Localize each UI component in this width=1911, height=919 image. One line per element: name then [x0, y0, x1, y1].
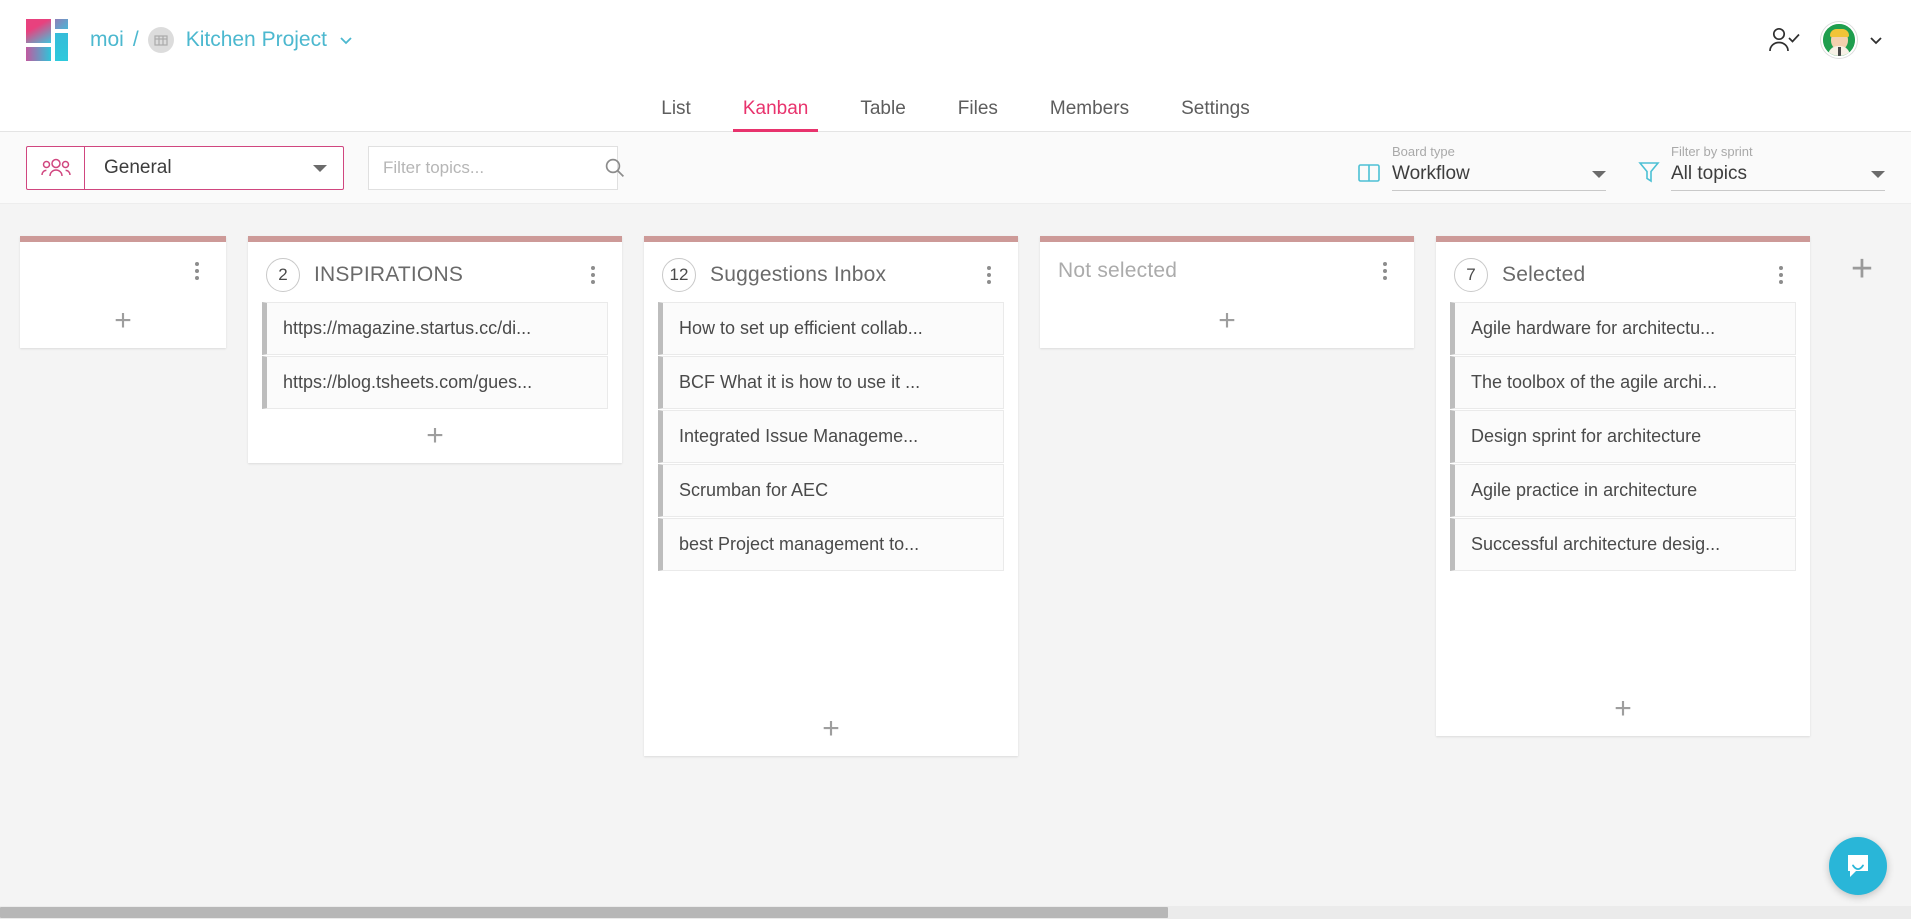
kanban-card[interactable]: https://blog.tsheets.com/gues... [262, 356, 608, 409]
column-spacer [644, 571, 1018, 702]
column-spacer [1436, 571, 1810, 682]
kanban-card[interactable]: The toolbox of the agile archi... [1450, 356, 1796, 409]
kanban-column: 12 Suggestions Inbox How to set up efficie… [644, 236, 1018, 756]
search-icon[interactable] [604, 157, 625, 178]
column-header: 7 Selected [1436, 242, 1810, 302]
column-menu-icon[interactable] [1372, 258, 1398, 284]
breadcrumb: moi / Kitchen Project [90, 27, 355, 53]
tab-table[interactable]: Table [834, 99, 931, 131]
tab-kanban[interactable]: Kanban [717, 99, 835, 131]
kanban-board: +2 INSPIRATIONS https://magazine.startus.c… [0, 204, 1911, 919]
team-selector[interactable]: General [26, 146, 344, 190]
kanban-card[interactable]: Design sprint for architecture [1450, 410, 1796, 463]
filter-by-sprint-label: Filter by sprint [1671, 144, 1885, 159]
breadcrumb-separator: / [133, 28, 139, 52]
kanban-column: 2 INSPIRATIONS https://magazine.startus.cc… [248, 236, 622, 463]
filter-by-sprint-value: All topics [1671, 163, 1871, 185]
filter-by-sprint-field[interactable]: Filter by sprint All topics [1638, 144, 1885, 191]
breadcrumb-workspace[interactable]: moi [90, 28, 124, 52]
user-check-icon[interactable] [1767, 25, 1801, 55]
add-card-button[interactable]: + [1436, 682, 1810, 736]
kanban-card[interactable]: BCF What it is how to use it ... [658, 356, 1004, 409]
search-input[interactable] [383, 158, 604, 178]
logo-block-2 [55, 19, 68, 29]
column-menu-icon[interactable] [1768, 262, 1794, 288]
logo-block-3 [26, 47, 51, 61]
user-menu[interactable] [1821, 22, 1885, 58]
plus-icon: + [426, 421, 444, 451]
column-count-badge: 7 [1454, 258, 1488, 292]
caret-down-icon[interactable] [313, 163, 343, 173]
board-type-field[interactable]: Board type Workflow [1357, 144, 1606, 191]
board-type-label: Board type [1392, 144, 1606, 159]
scrollbar-thumb[interactable] [0, 907, 1168, 918]
kanban-card[interactable]: Agile hardware for architectu... [1450, 302, 1796, 355]
kanban-card[interactable]: best Project management to... [658, 518, 1004, 571]
plus-icon: + [1614, 694, 1632, 724]
column-card-list: How to set up efficient collab...BCF Wha… [644, 302, 1018, 571]
caret-down-icon[interactable] [1871, 169, 1885, 179]
plus-icon: + [114, 306, 132, 336]
column-card-list: https://magazine.startus.cc/di...https:/… [248, 302, 622, 409]
project-avatar-icon [148, 27, 174, 53]
top-bar-right [1767, 22, 1885, 58]
avatar [1821, 22, 1857, 58]
add-card-button[interactable]: + [1040, 294, 1414, 348]
chevron-down-icon[interactable] [1867, 31, 1885, 49]
kanban-card[interactable]: Agile practice in architecture [1450, 464, 1796, 517]
column-title: Selected [1502, 263, 1768, 287]
column-header: 2 INSPIRATIONS [248, 242, 622, 302]
logo-block-4 [55, 33, 68, 61]
main-nav-tabs: List Kanban Table Files Members Settings [0, 80, 1911, 132]
horizontal-scrollbar[interactable] [0, 906, 1911, 919]
breadcrumb-project[interactable]: Kitchen Project [186, 28, 327, 52]
kanban-column: + [20, 236, 226, 348]
board-columns-icon [1357, 162, 1381, 191]
column-menu-icon[interactable] [976, 262, 1002, 288]
plus-icon: + [1218, 306, 1236, 336]
chevron-down-icon[interactable] [337, 31, 355, 49]
kanban-column: Not selected + [1040, 236, 1414, 348]
logo-block-1 [26, 19, 51, 43]
column-header [20, 242, 226, 294]
add-card-button[interactable]: + [248, 409, 622, 463]
top-bar: moi / Kitchen Project [0, 0, 1911, 80]
kanban-card[interactable]: https://magazine.startus.cc/di... [262, 302, 608, 355]
toolbar-right-controls: Board type Workflow Filter by sprint All… [1357, 144, 1885, 191]
add-card-button[interactable]: + [20, 294, 226, 348]
kanban-card[interactable]: Successful architecture desig... [1450, 518, 1796, 571]
kanban-card[interactable]: How to set up efficient collab... [658, 302, 1004, 355]
column-header: Not selected [1040, 242, 1414, 294]
column-menu-icon[interactable] [580, 262, 606, 288]
tab-members[interactable]: Members [1024, 99, 1155, 131]
caret-down-icon[interactable] [1592, 169, 1606, 179]
column-header: 12 Suggestions Inbox [644, 242, 1018, 302]
column-count-badge: 12 [662, 258, 696, 292]
column-title: INSPIRATIONS [314, 263, 580, 287]
app-logo[interactable] [26, 19, 68, 61]
team-selector-value: General [85, 157, 313, 179]
board-columns-container: +2 INSPIRATIONS https://magazine.startus.c… [0, 204, 1911, 919]
search-topics-box[interactable] [368, 146, 618, 190]
kanban-card[interactable]: Integrated Issue Manageme... [658, 410, 1004, 463]
plus-icon: + [1851, 250, 1873, 288]
column-title: Not selected [1058, 259, 1372, 283]
board-toolbar: General Board type Workflow [0, 132, 1911, 204]
people-group-icon [27, 147, 85, 189]
add-column-button[interactable]: + [1832, 236, 1892, 288]
kanban-card[interactable]: Scrumban for AEC [658, 464, 1004, 517]
plus-icon: + [822, 714, 840, 744]
column-card-list: Agile hardware for architectu...The tool… [1436, 302, 1810, 571]
column-count-badge: 2 [266, 258, 300, 292]
board-type-value: Workflow [1392, 163, 1592, 185]
add-card-button[interactable]: + [644, 702, 1018, 756]
tab-files[interactable]: Files [932, 99, 1024, 131]
chat-bubble-icon[interactable] [1829, 837, 1887, 895]
column-title: Suggestions Inbox [710, 263, 976, 287]
tab-list[interactable]: List [635, 99, 717, 131]
funnel-icon [1638, 160, 1660, 191]
tab-settings[interactable]: Settings [1155, 99, 1276, 131]
column-menu-icon[interactable] [184, 258, 210, 284]
kanban-column: 7 Selected Agile hardware for architectu..… [1436, 236, 1810, 736]
